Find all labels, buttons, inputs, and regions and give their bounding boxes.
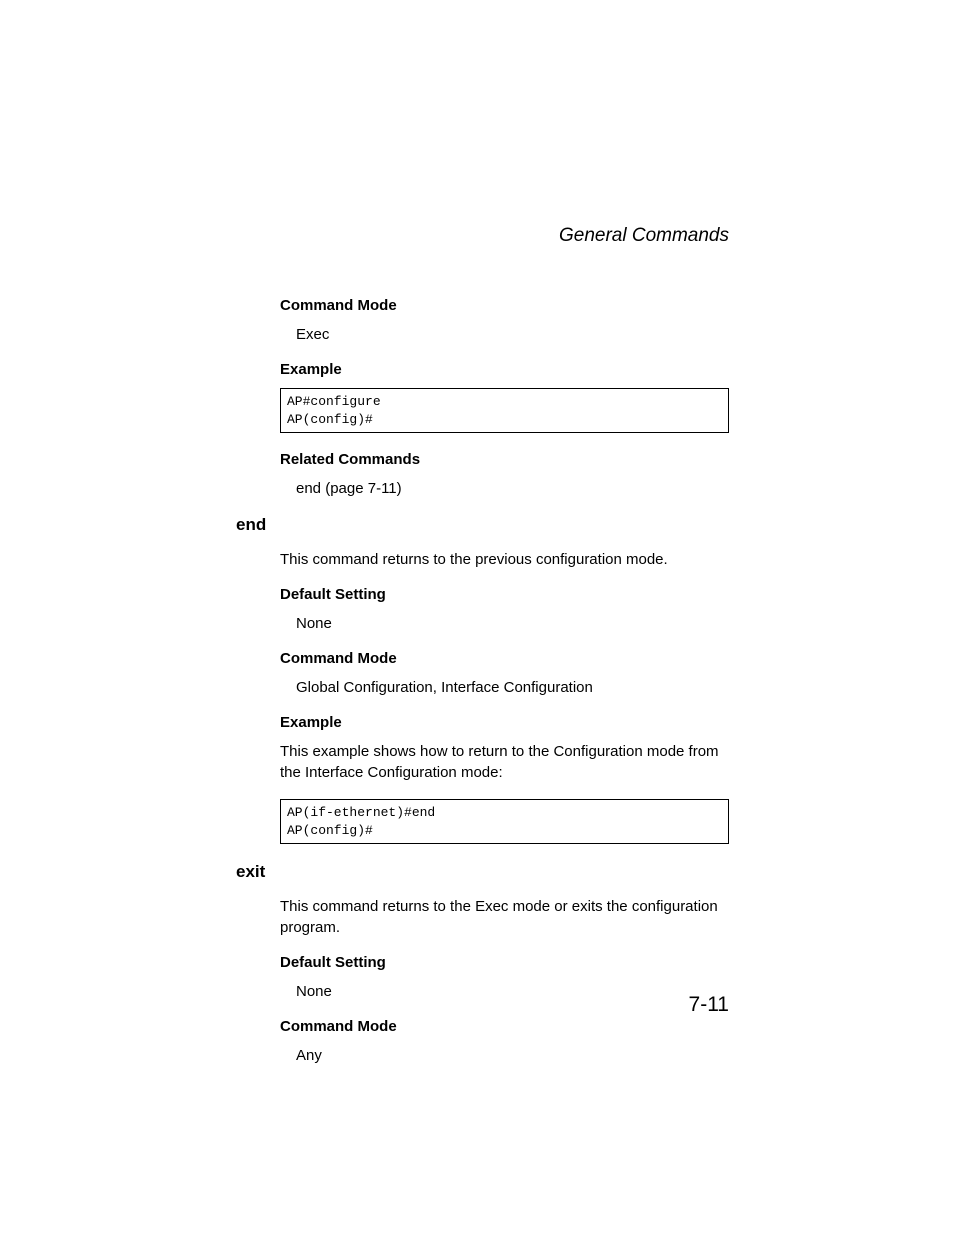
example-code-block: AP(if-ethernet)#end AP(config)# [280,799,729,844]
default-setting-label: Default Setting [280,586,729,603]
end-command-heading: end [236,515,729,535]
page-header-title: General Commands [236,225,729,247]
command-mode-label: Command Mode [280,650,729,667]
related-commands-value: end (page 7-11) [296,478,729,499]
command-mode-value: Exec [296,324,729,345]
command-mode-value: Global Configuration, Interface Configur… [296,677,729,698]
example-label: Example [280,714,729,731]
page-content: General Commands Command Mode Exec Examp… [0,0,954,1066]
command-mode-value: Any [296,1045,729,1066]
page-number: 7-11 [689,993,729,1017]
default-setting-value: None [296,613,729,634]
default-setting-value: None [296,981,729,1002]
example-code-block: AP#configure AP(config)# [280,388,729,433]
end-description: This command returns to the previous con… [280,549,729,570]
command-mode-label: Command Mode [280,297,729,314]
end-section: This command returns to the previous con… [280,549,729,844]
configure-section: Command Mode Exec Example AP#configure A… [280,297,729,499]
example-label: Example [280,361,729,378]
exit-section: This command returns to the Exec mode or… [280,896,729,1066]
exit-command-heading: exit [236,862,729,882]
command-mode-label: Command Mode [280,1018,729,1035]
exit-description: This command returns to the Exec mode or… [280,896,729,938]
related-commands-label: Related Commands [280,451,729,468]
example-intro-text: This example shows how to return to the … [280,741,729,783]
default-setting-label: Default Setting [280,954,729,971]
